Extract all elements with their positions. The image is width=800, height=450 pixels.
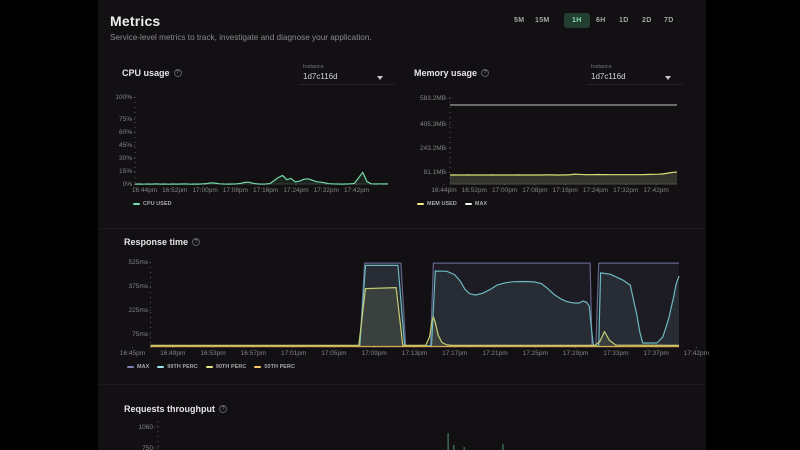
resp-xtick-14: 17:42pm — [684, 350, 709, 357]
cpu-xtick-7: 17:42pm — [344, 187, 369, 194]
resp-xtick-4: 17:01pm — [281, 350, 306, 357]
resp-ytick-0: 75ms — [88, 331, 148, 338]
resp-xtick-7: 17:13pm — [402, 350, 427, 357]
resp-xtick-3: 16:57pm — [241, 350, 266, 357]
resp-xtick-12: 17:33pm — [603, 350, 628, 357]
mem-ytick-1: 243.2MB — [386, 145, 446, 152]
cpu-ytick-1: 15% — [72, 168, 132, 175]
resp-xtick-8: 17:17pm — [442, 350, 467, 357]
cpu-ytick-0: 0% — [72, 181, 132, 188]
resp-xtick-0: 16:45pm — [120, 350, 145, 357]
mem-xtick-5: 17:24pm — [583, 187, 608, 194]
cpu-xtick-2: 17:00pm — [192, 187, 217, 194]
mem-ytick-0: 81.1MB — [386, 169, 446, 176]
cpu-xtick-5: 17:24pm — [283, 187, 308, 194]
mem-xtick-6: 17:32pm — [613, 187, 638, 194]
mem-xtick-2: 17:00pm — [492, 187, 517, 194]
resp-ytick-2: 375ms — [88, 283, 148, 290]
cpu-xtick-0: 16:44pm — [132, 187, 157, 194]
mem-ytick-3: 583.2MB — [386, 95, 446, 102]
cpu-xtick-4: 17:16pm — [253, 187, 278, 194]
mem-xtick-7: 17:42pm — [643, 187, 668, 194]
resp-xtick-11: 17:29pm — [563, 350, 588, 357]
mem-ytick-2: 405.3MB — [386, 121, 446, 128]
resp-xtick-1: 16:49pm — [160, 350, 185, 357]
page: Metrics Service-level metrics to track, … — [0, 0, 800, 450]
cpu-xtick-6: 17:32pm — [314, 187, 339, 194]
requests-ytick-0: 1060 — [93, 424, 153, 431]
cpu-ytick-5: 75% — [72, 116, 132, 123]
resp-xtick-13: 17:37pm — [643, 350, 668, 357]
cpu-xtick-3: 17:08pm — [223, 187, 248, 194]
mem-series-0-area — [450, 172, 677, 185]
resp-ytick-3: 525ms — [88, 259, 148, 266]
cpu-series-0-line — [135, 172, 388, 184]
mem-xtick-1: 16:52pm — [462, 187, 487, 194]
cpu-series-0-area — [135, 172, 388, 184]
cpu-ytick-4: 60% — [72, 129, 132, 136]
resp-xtick-6: 17:09pm — [362, 350, 387, 357]
resp-xtick-9: 17:21pm — [482, 350, 507, 357]
resp-xtick-2: 16:53pm — [200, 350, 225, 357]
charts-canvas — [0, 0, 800, 450]
resp-xtick-5: 17:05pm — [321, 350, 346, 357]
cpu-xtick-1: 16:52pm — [162, 187, 187, 194]
resp-xtick-10: 17:25pm — [523, 350, 548, 357]
mem-series-0-line — [450, 172, 677, 175]
cpu-ytick-2: 30% — [72, 155, 132, 162]
mem-xtick-0: 16:44pm — [431, 187, 456, 194]
cpu-ytick-3: 45% — [72, 142, 132, 149]
mem-xtick-3: 17:08pm — [522, 187, 547, 194]
cpu-ytick-6: 100% — [72, 94, 132, 101]
mem-xtick-4: 17:16pm — [553, 187, 578, 194]
resp-ytick-1: 225ms — [88, 307, 148, 314]
requests-ytick-1: 750 — [93, 445, 153, 450]
